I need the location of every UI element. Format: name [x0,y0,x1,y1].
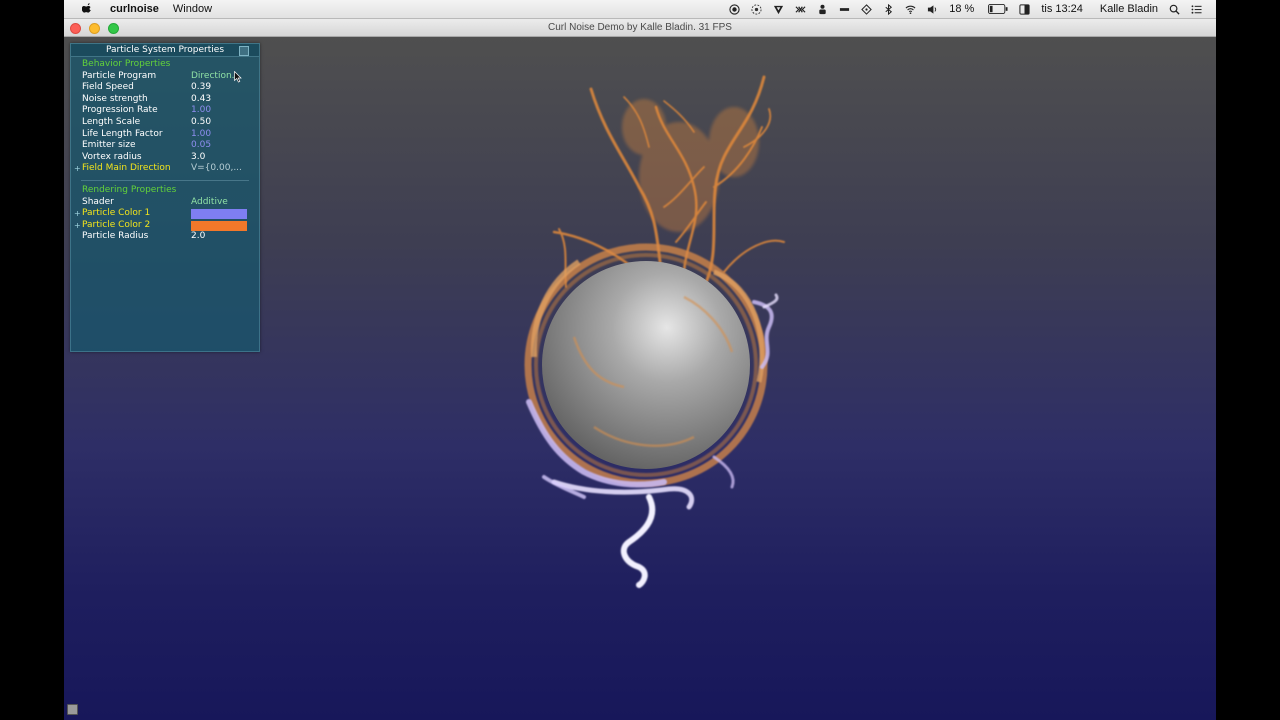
shader-row[interactable]: Shader Additive [71,197,259,209]
screen: curlnoise Window 18 % tis 13:24 Kalle Bl… [64,0,1216,720]
orange-particle-haze [622,99,759,232]
property-label: Field Speed [82,82,134,93]
property-label: Emitter size [82,140,136,151]
particle-color-2-row[interactable]: + Particle Color 2 [71,220,259,232]
shader-select[interactable]: Additive [191,197,228,209]
help-corner-button[interactable] [67,704,78,715]
battery-icon [988,4,1008,14]
property-label: Noise strength [82,93,148,104]
property-label: Shader [82,196,114,207]
bluetooth-icon[interactable] [883,3,894,15]
close-window-button[interactable] [70,23,81,34]
menu-bar: curlnoise Window 18 % tis 13:24 Kalle Bl… [64,0,1216,19]
particle-properties-panel[interactable]: Particle System Properties Behavior Prop… [70,43,260,352]
property-label: Field Main Direction [82,163,171,174]
property-label: Progression Rate [82,105,158,116]
crosshair-icon[interactable] [861,3,873,15]
panel-title-bar[interactable]: Particle System Properties [71,44,259,57]
render-viewport[interactable]: Particle System Properties Behavior Prop… [64,37,1216,720]
property-label: Particle Color 2 [82,219,151,230]
noise-strength-row[interactable]: Noise strength 0.43 [71,94,259,106]
life-length-factor-value[interactable]: 1.00 [191,129,211,141]
progression-rate-value[interactable]: 1.00 [191,105,211,117]
battery-percent: 18 % [949,3,975,15]
section-divider [81,179,249,181]
user-name[interactable]: Kalle Bladin [1100,3,1158,15]
window-title: Curl Noise Demo by Kalle Bladin. 31 FPS [548,22,732,33]
window-controls [70,23,119,34]
particle-program-row[interactable]: Particle Program Direction... [71,71,259,83]
property-label: Vortex radius [82,151,142,162]
property-label: Particle Radius [82,231,149,242]
sync-icon[interactable] [751,3,762,15]
apple-menu-icon[interactable] [80,2,94,16]
expand-plus-icon[interactable]: + [74,208,81,220]
field-main-direction-row[interactable]: + Field Main Direction V={0.00,... [71,163,259,175]
shield-icon[interactable] [773,4,784,15]
panel-title: Particle System Properties [105,45,225,55]
notification-center-icon[interactable] [1191,4,1202,15]
life-length-factor-row[interactable]: Life Length Factor 1.00 [71,129,259,141]
status-area: 18 % tis 13:24 Kalle Bladin [729,0,1216,18]
particle-color-1-row[interactable]: + Particle Color 1 [71,208,259,220]
notes-icon[interactable] [1019,3,1030,15]
particle-color-1-swatch[interactable] [191,209,247,220]
particle-program-select[interactable]: Direction... [191,71,240,83]
field-main-direction-value[interactable]: V={0.00,... [191,163,242,175]
battery-status[interactable]: 18 % [949,3,1008,15]
menu-window[interactable]: Window [173,3,212,15]
clock[interactable]: tis 13:24 [1041,3,1083,15]
spotlight-search-icon[interactable] [1169,4,1180,15]
particle-radius-row[interactable]: Particle Radius 2.0 [71,231,259,243]
emitter-size-value[interactable]: 0.05 [191,140,211,152]
volume-icon[interactable] [927,4,938,15]
window-titlebar[interactable]: Curl Noise Demo by Kalle Bladin. 31 FPS [64,19,1216,37]
behavior-section-heading[interactable]: Behavior Properties [71,59,259,71]
emitter-size-row[interactable]: Emitter size 0.05 [71,140,259,152]
vortex-radius-row[interactable]: Vortex radius 3.0 [71,152,259,164]
minimize-window-button[interactable] [89,23,100,34]
expand-plus-icon[interactable]: + [74,163,81,175]
length-scale-row[interactable]: Length Scale 0.50 [71,117,259,129]
property-label: Particle Program [82,70,157,81]
app-menu[interactable]: curlnoise [110,3,159,15]
noise-strength-value[interactable]: 0.43 [191,94,211,106]
length-scale-value[interactable]: 0.50 [191,117,211,129]
property-label: Length Scale [82,116,141,127]
zoom-window-button[interactable] [108,23,119,34]
panel-iconify-button[interactable] [239,46,249,56]
particle-color-2-swatch[interactable] [191,220,247,231]
field-speed-value[interactable]: 0.39 [191,82,211,94]
property-label: Life Length Factor [82,128,163,139]
field-speed-row[interactable]: Field Speed 0.39 [71,82,259,94]
property-label: Particle Color 1 [82,208,151,219]
mouse-cursor-icon [234,71,242,83]
vortex-radius-value[interactable]: 3.0 [191,152,205,164]
wifi-icon[interactable] [905,4,916,15]
progression-rate-row[interactable]: Progression Rate 1.00 [71,105,259,117]
user-silhouette-icon[interactable] [817,4,828,15]
particle-radius-value[interactable]: 2.0 [191,231,205,243]
link-icon[interactable] [795,4,806,15]
dash-icon[interactable] [839,4,850,15]
expand-plus-icon[interactable]: + [74,220,81,232]
record-icon[interactable] [729,3,740,15]
collision-sphere [542,261,750,469]
rendering-section-heading[interactable]: Rendering Properties [71,185,259,197]
